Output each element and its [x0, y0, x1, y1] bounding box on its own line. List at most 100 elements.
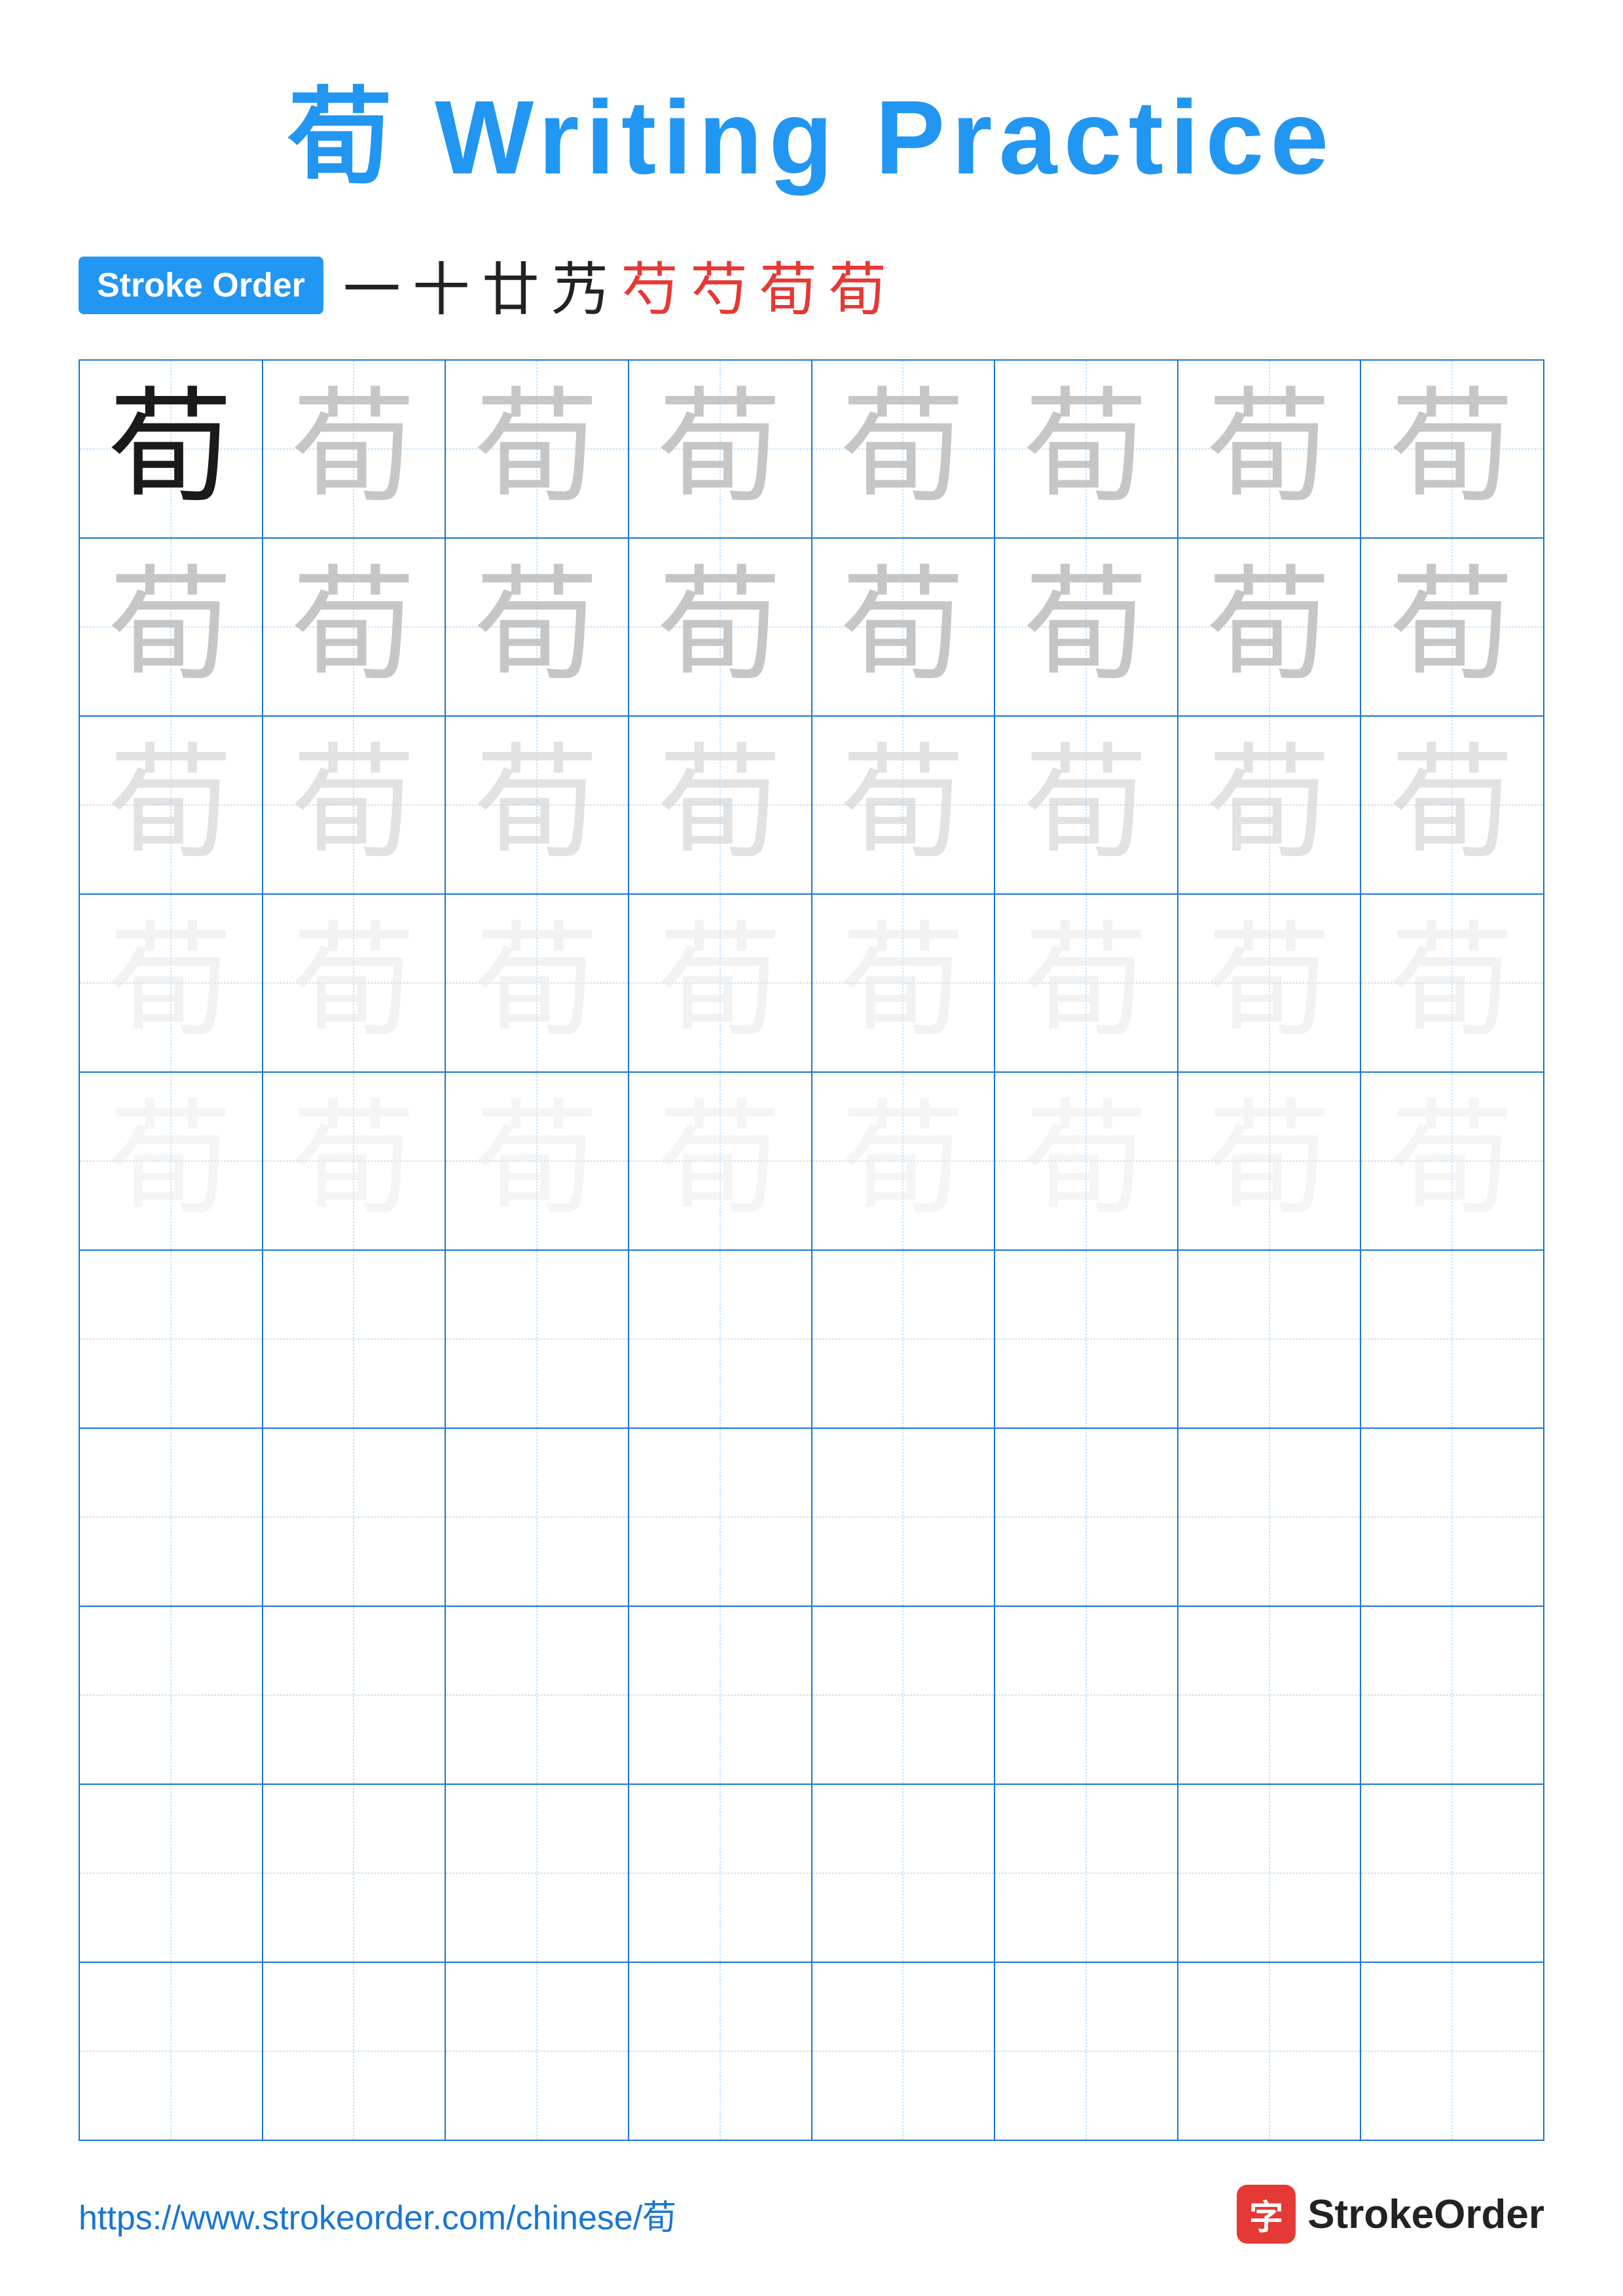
practice-char: 荀	[1390, 565, 1514, 689]
grid-cell[interactable]	[629, 1607, 812, 1784]
grid-cell[interactable]	[80, 1429, 263, 1605]
grid-cell[interactable]	[1361, 1963, 1543, 2140]
grid-cell[interactable]: 荀	[995, 895, 1178, 1071]
grid-cell[interactable]	[446, 1429, 629, 1605]
grid-cell[interactable]: 荀	[446, 361, 629, 537]
grid-cell[interactable]	[995, 1963, 1178, 2140]
grid-cell[interactable]	[263, 1251, 447, 1427]
grid-cell[interactable]	[446, 1785, 629, 1962]
grid-cell[interactable]: 荀	[80, 361, 263, 537]
grid-cell[interactable]: 荀	[1361, 539, 1543, 715]
practice-char: 荀	[1207, 1099, 1332, 1223]
grid-cell[interactable]	[812, 1963, 996, 2140]
grid-cell[interactable]	[812, 1429, 996, 1605]
grid-cell[interactable]	[80, 1785, 263, 1962]
grid-cell[interactable]	[995, 1251, 1178, 1427]
grid-cell[interactable]	[1178, 1785, 1362, 1962]
grid-cell[interactable]	[995, 1607, 1178, 1784]
grid-cell[interactable]	[446, 1251, 629, 1427]
grid-cell[interactable]	[1361, 1429, 1543, 1605]
grid-cell[interactable]	[263, 1429, 447, 1605]
grid-cell[interactable]: 荀	[1361, 717, 1543, 893]
grid-cell[interactable]: 荀	[80, 1073, 263, 1249]
grid-cell[interactable]: 荀	[812, 361, 996, 537]
grid-cell[interactable]: 荀	[1178, 895, 1362, 1071]
practice-char: 荀	[1390, 1099, 1514, 1223]
page-title: 荀 Writing Practice	[79, 52, 1544, 204]
grid-row-1: 荀 荀 荀 荀 荀 荀 荀 荀	[80, 361, 1543, 539]
grid-cell[interactable]	[1178, 1607, 1362, 1784]
grid-row-5: 荀 荀 荀 荀 荀 荀 荀 荀	[80, 1073, 1543, 1251]
practice-char: 荀	[475, 743, 599, 867]
grid-cell[interactable]: 荀	[1361, 895, 1543, 1071]
grid-cell[interactable]	[1178, 1429, 1362, 1605]
grid-cell[interactable]: 荀	[446, 895, 629, 1071]
practice-char: 荀	[1024, 565, 1148, 689]
grid-cell[interactable]: 荀	[80, 895, 263, 1071]
grid-cell[interactable]	[812, 1785, 996, 1962]
grid-cell[interactable]: 荀	[629, 1073, 812, 1249]
practice-char: 荀	[841, 921, 965, 1045]
grid-cell[interactable]: 荀	[995, 1073, 1178, 1249]
grid-cell[interactable]: 荀	[446, 539, 629, 715]
grid-cell[interactable]: 荀	[629, 895, 812, 1071]
grid-cell[interactable]	[995, 1429, 1178, 1605]
grid-cell[interactable]	[1361, 1607, 1543, 1784]
grid-cell[interactable]	[629, 1429, 812, 1605]
footer-icon: 字	[1237, 2185, 1296, 2244]
grid-cell[interactable]: 荀	[812, 717, 996, 893]
grid-cell[interactable]: 荀	[1178, 361, 1362, 537]
grid-cell[interactable]	[629, 1785, 812, 1962]
grid-cell[interactable]: 荀	[263, 717, 447, 893]
grid-cell[interactable]: 荀	[446, 717, 629, 893]
grid-cell[interactable]: 荀	[995, 717, 1178, 893]
grid-cell[interactable]: 荀	[1361, 1073, 1543, 1249]
grid-cell[interactable]	[80, 1963, 263, 2140]
grid-cell[interactable]: 荀	[1361, 361, 1543, 537]
grid-cell[interactable]	[629, 1251, 812, 1427]
grid-cell[interactable]: 荀	[812, 895, 996, 1071]
grid-cell[interactable]: 荀	[1178, 1073, 1362, 1249]
grid-cell[interactable]: 荀	[629, 539, 812, 715]
grid-cell[interactable]: 荀	[446, 1073, 629, 1249]
grid-cell[interactable]: 荀	[812, 539, 996, 715]
grid-cell[interactable]	[1361, 1785, 1543, 1962]
grid-cell[interactable]	[812, 1607, 996, 1784]
grid-cell[interactable]	[446, 1963, 629, 2140]
grid-cell[interactable]: 荀	[1178, 717, 1362, 893]
grid-cell[interactable]: 荀	[1178, 539, 1362, 715]
grid-cell[interactable]: 荀	[995, 539, 1178, 715]
grid-cell[interactable]: 荀	[629, 361, 812, 537]
grid-cell[interactable]: 荀	[995, 361, 1178, 537]
practice-char: 荀	[658, 921, 782, 1045]
stroke-order-row: Stroke Order 一 十 廿 艿 芍 芍 荀 荀	[79, 243, 1544, 327]
grid-cell[interactable]: 荀	[80, 717, 263, 893]
grid-cell[interactable]: 荀	[263, 361, 447, 537]
practice-char: 荀	[109, 743, 233, 867]
grid-cell[interactable]	[995, 1785, 1178, 1962]
grid-cell[interactable]	[263, 1607, 447, 1784]
practice-char: 荀	[841, 1099, 965, 1223]
grid-row-10	[80, 1963, 1543, 2140]
grid-cell[interactable]: 荀	[263, 539, 447, 715]
practice-char: 荀	[475, 921, 599, 1045]
grid-cell[interactable]	[263, 1785, 447, 1962]
grid-cell[interactable]	[80, 1251, 263, 1427]
footer-url[interactable]: https://www.strokeorder.com/chinese/荀	[79, 2190, 676, 2239]
grid-cell[interactable]	[1361, 1251, 1543, 1427]
grid-cell[interactable]: 荀	[263, 895, 447, 1071]
grid-cell[interactable]: 荀	[263, 1073, 447, 1249]
grid-cell[interactable]	[80, 1607, 263, 1784]
stroke-seq-3: 廿	[482, 243, 539, 327]
grid-cell[interactable]: 荀	[812, 1073, 996, 1249]
grid-cell[interactable]	[629, 1963, 812, 2140]
grid-cell[interactable]	[263, 1963, 447, 2140]
practice-char: 荀	[109, 921, 233, 1045]
grid-cell[interactable]	[1178, 1963, 1362, 2140]
grid-cell[interactable]: 荀	[80, 539, 263, 715]
grid-cell[interactable]: 荀	[629, 717, 812, 893]
grid-cell[interactable]	[812, 1251, 996, 1427]
stroke-seq-1: 一	[343, 243, 401, 327]
grid-cell[interactable]	[446, 1607, 629, 1784]
grid-cell[interactable]	[1178, 1251, 1362, 1427]
